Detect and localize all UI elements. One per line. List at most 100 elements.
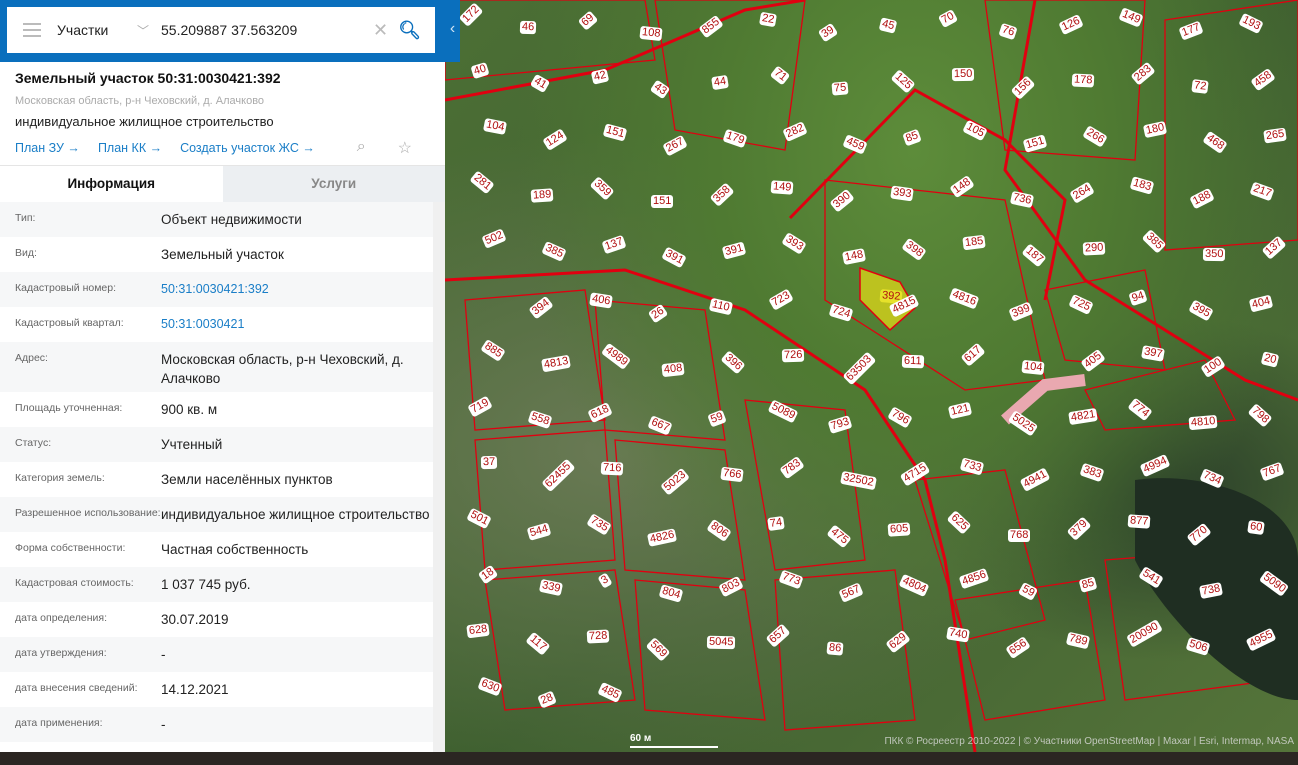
parcel-label[interactable]: 611 — [901, 354, 924, 369]
row-value: Московская область, р-н Чеховский, д. Ал… — [161, 352, 404, 386]
parcel-label[interactable]: 178 — [1071, 73, 1095, 88]
row-label: дата определения: — [15, 612, 108, 624]
cadastral-map[interactable]: 172 46 69 108 855 22 39 45 70 76 126 149 177 193 40 41 4… — [445, 0, 1298, 752]
search-bar: Участки ﹀ 55.209887 37.563209 ✕ 🔍︎ — [7, 7, 435, 53]
row-value: Объект недвижимости — [161, 212, 302, 227]
attribution: ПКК © Росреестр 2010-2022 | © Участники … — [884, 736, 1294, 747]
row-label: Вид: — [15, 247, 37, 259]
parcel-label[interactable]: 151 — [651, 195, 674, 208]
row-label: Кадастровая стоимость: — [15, 577, 134, 589]
info-row: Адрес: Московская область, р-н Чеховский,… — [0, 342, 433, 392]
parcel-title: Земельный участок 50:31:0030421:392 — [15, 70, 281, 86]
create-parcel-link[interactable]: Создать участок ЖС → — [180, 141, 315, 155]
parcel-label[interactable]: 74 — [767, 515, 786, 532]
row-label: дата внесения сведений: — [15, 682, 138, 694]
row-label: Площадь уточненная: — [15, 402, 123, 414]
row-label: Кадастровый номер: — [15, 282, 117, 294]
parcel-label[interactable]: 60 — [1247, 519, 1266, 536]
parcel-label[interactable]: 37 — [480, 455, 498, 470]
row-label: Кадастровый квартал: — [15, 317, 124, 329]
parcel-label[interactable]: 728 — [586, 629, 610, 644]
search-input[interactable]: 55.209887 37.563209 — [161, 22, 373, 38]
info-row: Кадастровая стоимость: 1 037 745 руб. — [0, 567, 433, 602]
tab-info[interactable]: Информация — [0, 166, 223, 202]
search-document-icon[interactable]: ⌕ — [357, 138, 366, 158]
layer-select[interactable]: Участки — [57, 22, 137, 38]
parcel-label[interactable]: 726 — [781, 348, 805, 363]
row-value[interactable]: 50:31:0030421:392 — [161, 280, 433, 307]
parcel-label[interactable]: 150 — [951, 67, 975, 82]
parcel-label[interactable]: 44 — [711, 74, 730, 91]
parcel-boundaries — [445, 0, 1298, 752]
parcel-label[interactable]: 22 — [758, 11, 778, 28]
search-icon[interactable]: 🔍︎ — [398, 20, 421, 41]
info-row: Статус: Учтенный — [0, 427, 433, 462]
row-label: Адрес: — [15, 352, 48, 364]
chevron-down-icon[interactable]: ﹀ — [137, 22, 161, 39]
info-row: Категория земель: Земли населённых пункто… — [0, 462, 433, 497]
parcel-use: индивидуальное жилищное строительство — [15, 114, 274, 129]
parcel-label[interactable]: 768 — [1008, 529, 1031, 542]
row-value[interactable]: 50:31:0030421 — [161, 315, 433, 342]
parcel-address: Московская область, р-н Чеховский, д. Ал… — [15, 95, 265, 107]
parcel-label[interactable]: 766 — [720, 466, 745, 483]
row-value: 1 037 745 руб. — [161, 577, 251, 592]
info-row: Вид: Земельный участок — [0, 237, 433, 272]
info-row: Кадастровый номер: 50:31:0030421:392 — [0, 272, 433, 307]
info-row: дата утверждения: - — [0, 637, 433, 672]
parcel-label[interactable]: 628 — [466, 622, 491, 639]
row-label: Статус: — [15, 437, 52, 449]
scrollbar[interactable] — [433, 202, 445, 752]
row-value: индивидуальное жилищное строительство — [161, 507, 430, 522]
row-value: Учтенный — [161, 437, 223, 452]
info-row: дата определения: 30.07.2019 — [0, 602, 433, 637]
row-value: 900 кв. м — [161, 402, 218, 417]
collapse-panel-button[interactable]: ‹ — [445, 0, 460, 62]
parcel-label[interactable]: 716 — [600, 461, 624, 476]
row-value: - — [161, 647, 166, 662]
parcel-label[interactable]: 290 — [1082, 241, 1106, 256]
parcel-label[interactable]: 5045 — [706, 635, 736, 650]
row-label: Тип: — [15, 212, 36, 224]
parcel-label[interactable]: 46 — [519, 20, 537, 35]
info-row: Площадь уточненная: 900 кв. м — [0, 392, 433, 427]
clear-icon[interactable]: ✕ — [373, 20, 388, 41]
parcel-label[interactable]: 75 — [831, 81, 849, 96]
parcel-label[interactable]: 189 — [530, 188, 554, 203]
info-panel: Участки ﹀ 55.209887 37.563209 ✕ 🔍︎ Земел… — [0, 0, 445, 752]
parcel-label[interactable]: 185 — [962, 234, 987, 251]
info-row: дата применения: - — [0, 707, 433, 742]
row-value: - — [161, 717, 166, 732]
parcel-label[interactable]: 408 — [661, 361, 685, 378]
row-label: дата применения: — [15, 717, 103, 729]
info-row: Тип: Объект недвижимости — [0, 202, 433, 237]
row-label: дата утверждения: — [15, 647, 107, 659]
parcel-label[interactable]: 605 — [887, 522, 911, 537]
menu-icon[interactable] — [23, 23, 41, 37]
row-value: 14.12.2021 — [161, 682, 229, 697]
scale-label: 60 м — [630, 733, 652, 744]
info-table: Тип: Объект недвижимости Вид: Земельный уча… — [0, 202, 433, 742]
parcel-label[interactable]: 72 — [1191, 79, 1209, 94]
parcel-label[interactable]: 350 — [1202, 247, 1226, 262]
parcel-label[interactable]: 86 — [826, 641, 844, 656]
row-value: Частная собственность — [161, 542, 309, 557]
row-value: Земельный участок — [161, 247, 284, 262]
tab-services[interactable]: Услуги — [222, 166, 445, 202]
row-label: Категория земель: — [15, 472, 105, 484]
scale-bar: 60 м — [630, 733, 718, 748]
parcel-label[interactable]: 877 — [1127, 514, 1151, 529]
info-row: дата внесения сведений: 14.12.2021 — [0, 672, 433, 707]
plan-kk-link[interactable]: План КК → — [98, 141, 162, 155]
parcel-label[interactable]: 4810 — [1188, 414, 1218, 431]
taskbar — [0, 752, 1298, 765]
parcel-label[interactable]: 108 — [639, 25, 663, 42]
star-icon[interactable]: ☆ — [398, 138, 412, 158]
parcel-label[interactable]: 149 — [770, 180, 794, 195]
parcel-label[interactable]: 104 — [1021, 359, 1045, 376]
info-row: Кадастровый квартал: 50:31:0030421 — [0, 307, 433, 342]
row-label: Форма собственности: — [15, 542, 126, 554]
plan-zu-link[interactable]: План ЗУ → — [15, 141, 80, 155]
info-row: Разрешенное использование: индивидуальное… — [0, 497, 433, 532]
info-row: Форма собственности: Частная собственност… — [0, 532, 433, 567]
